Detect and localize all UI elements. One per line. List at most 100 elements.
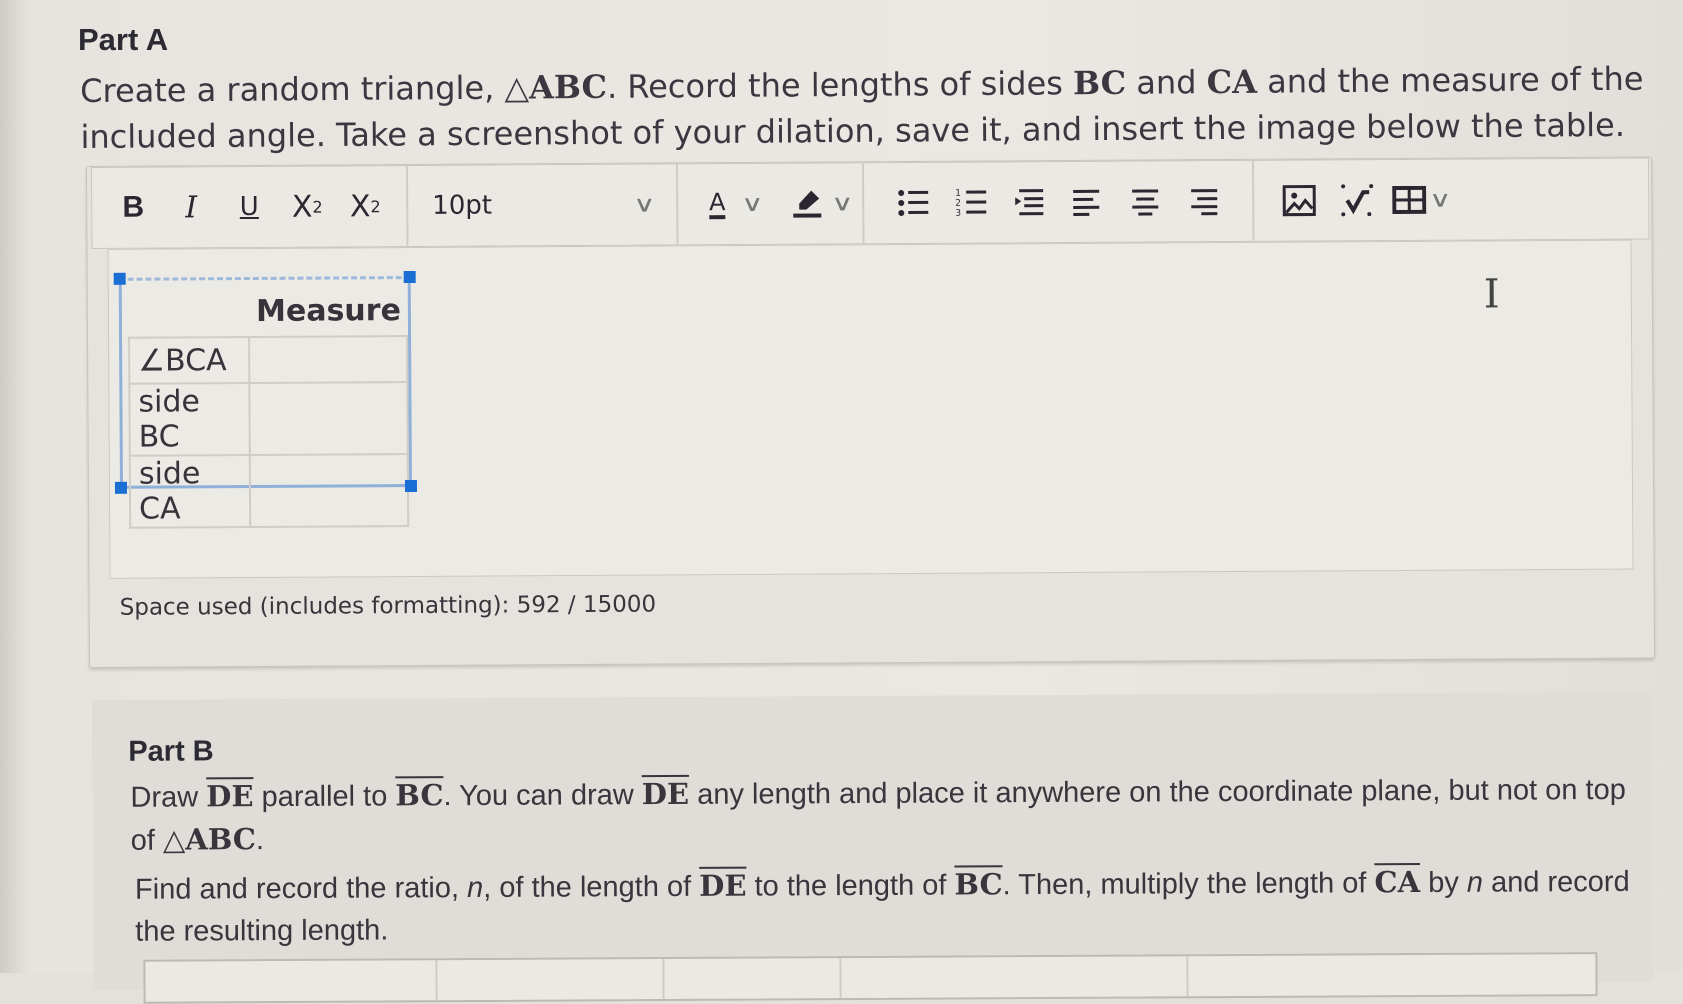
measure-table-selection[interactable]: Measure ∠BCA side BC side CA [119,276,412,489]
text: . Then, multiply the length of [1003,867,1375,901]
align-left-button[interactable] [1058,177,1116,227]
row-label-side-ca[interactable]: side CA [130,455,251,528]
subscript-exp: 2 [370,197,380,216]
text: to the length of [746,869,954,902]
color-group: A ∨ ∨ [678,163,865,244]
segment-bc: BC [954,867,1002,901]
row-label-side-bc[interactable]: side BC [129,383,250,456]
insert-math-button[interactable] [1328,175,1386,225]
highlight-chevron-icon[interactable]: ∨ [831,191,854,216]
indent-icon [1013,187,1045,217]
side-bc: BC [1073,64,1126,102]
font-color-icon: A [709,189,726,219]
underline-button[interactable]: U [220,182,278,232]
resize-handle-top-right[interactable] [404,271,416,283]
table-cell[interactable] [437,959,664,1000]
svg-text:3: 3 [955,209,961,218]
subscript-button[interactable]: X2 [336,181,394,231]
editor-toolbar: B I U X2 X2 10pt ∨ A ∨ ∨ [91,157,1649,249]
resize-handle-bottom-right[interactable] [405,480,417,492]
part-b-table [143,952,1597,1004]
insert-table-button[interactable] [1386,175,1432,225]
table-chevron-icon[interactable]: ∨ [1429,187,1452,212]
numbered-list-button[interactable]: 123 [942,177,1000,227]
superscript-exp: 2 [312,197,322,216]
part-b-title: Part B [128,735,214,768]
segment-bc: BC [395,778,443,812]
indent-button[interactable] [1000,177,1058,227]
triangle-abc: △ABC [504,68,607,107]
table-cell[interactable] [841,956,1188,998]
variable-n: n [467,872,483,904]
table-icon [1392,186,1426,214]
text: , of the length of [483,871,699,904]
text: parallel to [253,780,395,813]
font-color-button[interactable]: A [690,179,744,229]
align-left-icon [1071,187,1103,217]
highlight-button[interactable] [780,178,834,228]
svg-text:2: 2 [955,199,961,209]
bullet-list-icon [897,188,929,218]
image-icon [1282,184,1316,216]
segment-de: DE [206,779,253,813]
row-value-side-bc[interactable] [250,382,408,455]
resize-handle-top-left[interactable] [114,273,126,285]
text: Draw [130,781,206,813]
font-size-select[interactable]: 10pt ∨ [420,179,664,230]
align-center-button[interactable] [1116,176,1174,226]
table-cell[interactable] [664,958,841,999]
align-right-icon [1187,186,1219,216]
text-cursor-icon: I [1484,271,1500,317]
table-cell[interactable] [145,960,437,1002]
superscript-icon: X [292,189,313,224]
highlighter-icon [791,187,823,219]
part-a-prompt: Create a random triangle, △ABC. Record t… [80,56,1661,160]
row-value-angle-bca[interactable] [250,336,408,383]
triangle-abc: △ABC [163,822,256,856]
bulleted-list-button[interactable] [884,178,942,228]
part-b-instructions: Draw DE parallel to BC. You can draw DE … [130,768,1630,862]
table-row: side BC [129,382,407,456]
subscript-icon: X [350,189,371,224]
text: . [256,824,264,856]
math-equation-icon [1339,182,1375,218]
align-right-button[interactable] [1174,176,1232,226]
superscript-button[interactable]: X2 [278,181,336,231]
row-value-side-ca[interactable] [250,454,408,527]
part-b-ratio-instructions: Find and record the ratio, n, of the len… [135,860,1635,953]
font-size-group: 10pt ∨ [408,164,678,246]
paragraph-group: 123 [864,161,1254,243]
segment-de: DE [699,869,746,903]
font-size-value: 10pt [432,191,492,221]
table-header-cell[interactable] [129,284,250,338]
segment-ca: CA [1374,865,1420,899]
side-ca: CA [1207,63,1258,101]
insert-group: ∨ [1254,160,1465,241]
italic-button[interactable]: I [162,182,220,232]
font-color-chevron-icon[interactable]: ∨ [741,191,764,216]
part-a-title: Part A [78,22,168,58]
chevron-down-icon: ∨ [633,192,656,217]
svg-text:1: 1 [955,189,961,199]
bold-button[interactable]: B [104,183,162,233]
table-cell[interactable] [1188,954,1588,996]
text: Find and record the ratio, [135,872,467,906]
part-b-section: Part B Draw DE parallel to BC. You can d… [92,692,1653,990]
table-row: side CA [130,454,408,528]
table-header-measure[interactable]: Measure [249,283,407,337]
segment-de: DE [642,777,689,811]
row-label-angle-bca[interactable]: ∠BCA [129,337,250,384]
align-center-icon [1129,186,1161,216]
rich-text-editor: B I U X2 X2 10pt ∨ A ∨ ∨ [86,156,1655,668]
measure-table: Measure ∠BCA side BC side CA [128,283,409,529]
table-row: ∠BCA [129,336,407,384]
prompt-text: . Record the lengths of sides [607,64,1073,106]
variable-n: n [1467,867,1483,899]
format-group: B I U X2 X2 [92,166,408,248]
text: . You can draw [443,779,641,812]
table-header-row: Measure [129,283,407,338]
resize-handle-bottom-left[interactable] [115,482,127,494]
editor-content-area[interactable]: Measure ∠BCA side BC side CA I [108,240,1634,579]
prompt-text: and [1126,63,1207,102]
insert-image-button[interactable] [1270,175,1328,225]
